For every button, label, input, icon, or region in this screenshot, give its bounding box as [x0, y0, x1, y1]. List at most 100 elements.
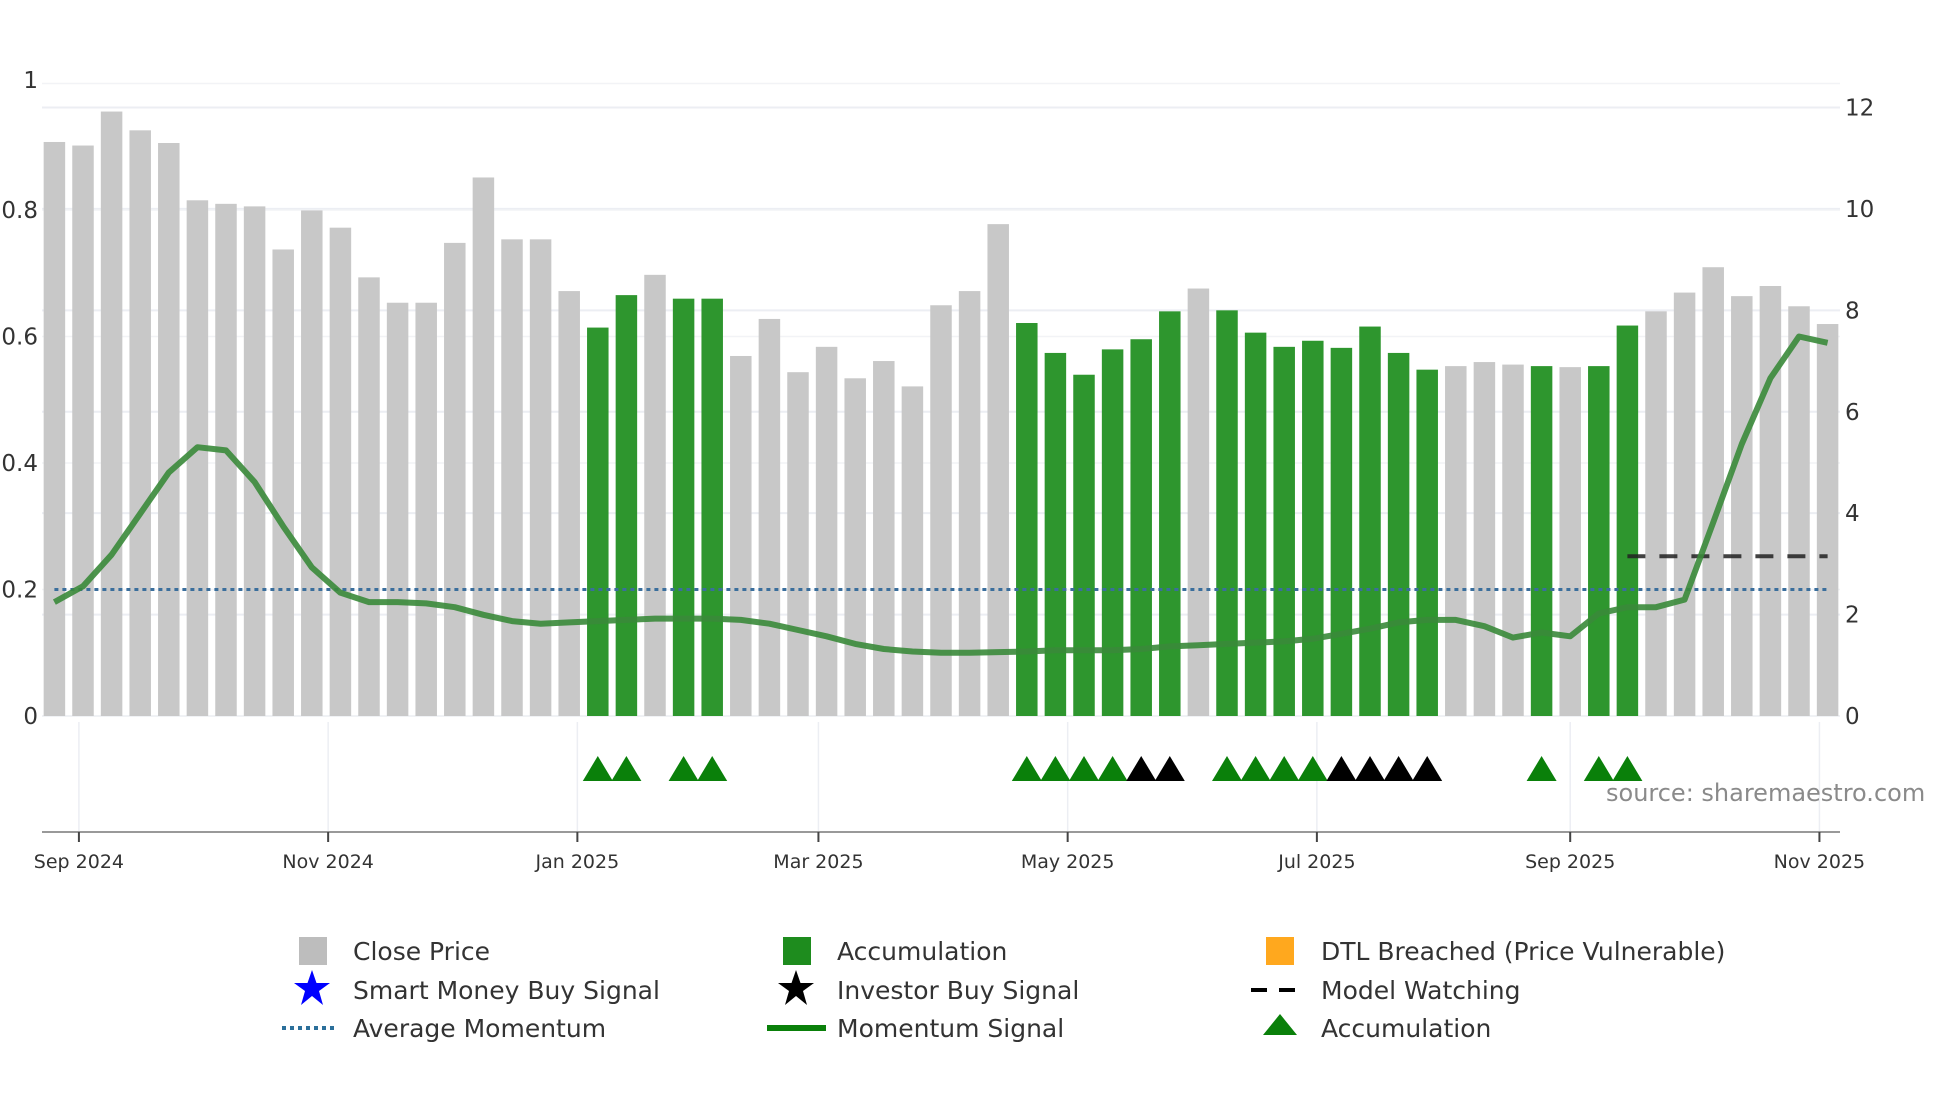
- legend-investor: Investor Buy Signal: [837, 976, 1079, 1005]
- x-tick-label: Jul 2025: [1277, 851, 1355, 873]
- legend-model-watching: Model Watching: [1321, 976, 1521, 1005]
- legend-close-price: Close Price: [353, 937, 490, 966]
- legend-smart-money: Smart Money Buy Signal: [353, 976, 660, 1005]
- accumulation-bar: [1588, 366, 1610, 716]
- accumulation-bar: [1388, 353, 1410, 716]
- legend-avg-momentum: Average Momentum: [353, 1014, 606, 1043]
- price-bars: [44, 112, 1839, 716]
- investor-star-icon: [778, 970, 814, 1005]
- close-price-bar: [1731, 296, 1753, 716]
- accumulation-bar: [1531, 366, 1553, 716]
- right-tick-label: 10: [1845, 197, 1874, 223]
- close-price-bar: [530, 239, 552, 716]
- close-price-bar: [272, 249, 294, 716]
- legend-close-price-swatch: [299, 937, 327, 965]
- close-price-bar: [473, 177, 495, 716]
- accumulation-bar: [1016, 323, 1038, 716]
- close-price-bar: [330, 228, 352, 716]
- close-price-bar: [301, 210, 323, 716]
- accumulation-bar: [1273, 347, 1295, 716]
- left-tick-label: 0.8: [1, 198, 38, 224]
- accumulation-triangle-icon: [1584, 756, 1614, 781]
- accumulation-bar: [673, 299, 695, 716]
- close-price-bar: [1760, 286, 1782, 716]
- legend-momentum: Momentum Signal: [837, 1014, 1064, 1043]
- close-price-bar: [844, 378, 866, 716]
- accumulation-bar: [1617, 326, 1639, 716]
- investor-triangle-icon: [1155, 756, 1185, 781]
- accumulation-triangle-icon: [1012, 756, 1042, 781]
- investor-triangle-icon: [1384, 756, 1414, 781]
- close-price-bar: [358, 277, 380, 716]
- close-price-bar: [129, 130, 151, 716]
- left-tick-label: 0.2: [1, 578, 38, 604]
- right-tick-label: 12: [1845, 96, 1874, 122]
- close-price-bar: [1817, 324, 1839, 716]
- left-tick-label: 0.4: [1, 451, 38, 477]
- close-price-bar: [44, 142, 66, 716]
- accumulation-triangle-icon: [1269, 756, 1299, 781]
- close-price-bar: [1559, 367, 1581, 716]
- accumulation-bar: [1416, 370, 1438, 716]
- accumulation-triangle-icon: [1040, 756, 1070, 781]
- legend-dtl: DTL Breached (Price Vulnerable): [1321, 937, 1725, 966]
- accumulation-bar: [1073, 375, 1095, 716]
- close-price-bar: [987, 224, 1009, 716]
- close-price-bar: [187, 200, 209, 716]
- left-tick-label: 0.6: [1, 325, 38, 351]
- accumulation-triangle-icon: [1612, 756, 1642, 781]
- legend-accumulation: Accumulation: [837, 937, 1007, 966]
- x-tick-label: Nov 2025: [1774, 851, 1865, 873]
- chart: Sep 2024Nov 2024Jan 2025Mar 2025May 2025…: [0, 0, 1960, 1102]
- close-price-bar: [730, 356, 752, 716]
- right-tick-label: 4: [1845, 501, 1860, 527]
- legend-accumulation-swatch: [783, 937, 811, 965]
- close-price-bar: [1502, 365, 1524, 716]
- x-tick-label: Jan 2025: [535, 851, 620, 873]
- accumulation-bar: [587, 328, 609, 716]
- close-price-bar: [787, 372, 809, 716]
- close-price-bar: [902, 386, 924, 716]
- close-price-bar: [1702, 267, 1724, 716]
- accumulation-bar: [1159, 311, 1181, 716]
- accumulation-bar: [1245, 333, 1267, 716]
- close-price-bar: [158, 143, 180, 716]
- x-tick-label: Nov 2024: [282, 851, 373, 873]
- x-tick-label: May 2025: [1021, 851, 1115, 873]
- accumulation-bar: [1302, 341, 1324, 716]
- investor-triangle-icon: [1355, 756, 1385, 781]
- x-tick-label: Mar 2025: [773, 851, 863, 873]
- source-label: source: sharemaestro.com: [1606, 779, 1925, 807]
- left-tick-label: 0: [23, 704, 38, 730]
- right-tick-label: 6: [1845, 400, 1860, 426]
- close-price-bar: [415, 303, 437, 716]
- close-price-bar: [1445, 366, 1467, 716]
- accumulation-triangle-icon: [1298, 756, 1328, 781]
- accumulation-bar: [1102, 349, 1124, 716]
- close-price-bar: [1788, 306, 1810, 716]
- accumulation-bar: [1359, 327, 1381, 716]
- accumulation-triangle-icon: [1527, 756, 1557, 781]
- accumulation-triangle-icon: [1241, 756, 1271, 781]
- investor-triangle-icon: [1412, 756, 1442, 781]
- accumulation-triangle-icon: [1069, 756, 1099, 781]
- accumulation-bar: [1331, 348, 1353, 716]
- close-price-bar: [1474, 362, 1496, 716]
- legend: Close Price Accumulation DTL Breached (P…: [282, 937, 1725, 1043]
- close-price-bar: [1188, 289, 1210, 716]
- right-tick-label: 0: [1845, 704, 1860, 730]
- close-price-bar: [816, 347, 838, 716]
- accumulation-triangle-icon: [697, 756, 727, 781]
- close-price-bar: [873, 361, 895, 716]
- legend-accumulation-marker: Accumulation: [1321, 1014, 1491, 1043]
- x-tick-label: Sep 2025: [1525, 851, 1615, 873]
- accumulation-triangle-icon: [1098, 756, 1128, 781]
- close-price-bar: [387, 303, 409, 716]
- investor-triangle-icon: [1126, 756, 1156, 781]
- investor-triangle-icon: [1326, 756, 1356, 781]
- right-tick-label: 2: [1845, 603, 1860, 629]
- accumulation-triangle-icon: [583, 756, 613, 781]
- accumulation-bar: [701, 299, 723, 716]
- accumulation-triangle-icon: [1212, 756, 1242, 781]
- close-price-bar: [1674, 293, 1696, 716]
